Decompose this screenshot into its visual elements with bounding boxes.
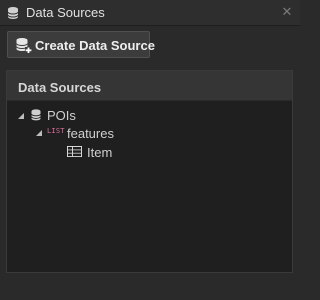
tree-node-pois[interactable]: POIs xyxy=(7,107,292,125)
database-icon xyxy=(7,7,19,19)
expand-arrow-icon[interactable] xyxy=(36,130,42,136)
list-badge-icon: LIST xyxy=(47,127,65,135)
expand-arrow-icon[interactable] xyxy=(18,113,24,119)
window-titlebar: Data Sources ✕ xyxy=(0,0,300,26)
window-title: Data Sources xyxy=(26,5,105,20)
panel-header-label: Data Sources xyxy=(18,80,102,95)
create-data-source-button[interactable]: Create Data Source xyxy=(7,31,155,58)
data-sources-panel: Data Sources POIs LIST features Item xyxy=(6,70,293,273)
panel-header: Data Sources xyxy=(7,71,292,101)
create-data-source-label: Create Data Source xyxy=(35,38,155,53)
tree-node-label: POIs xyxy=(47,108,76,123)
item-icon xyxy=(67,146,82,157)
database-add-icon xyxy=(16,38,32,53)
tree-node-label: Item xyxy=(87,145,113,160)
tree-node-item[interactable]: Item xyxy=(7,144,292,162)
tree-node-features[interactable]: LIST features xyxy=(7,125,292,143)
database-icon xyxy=(31,109,41,121)
close-icon[interactable]: ✕ xyxy=(280,5,294,19)
tree-node-label: features xyxy=(67,126,114,141)
